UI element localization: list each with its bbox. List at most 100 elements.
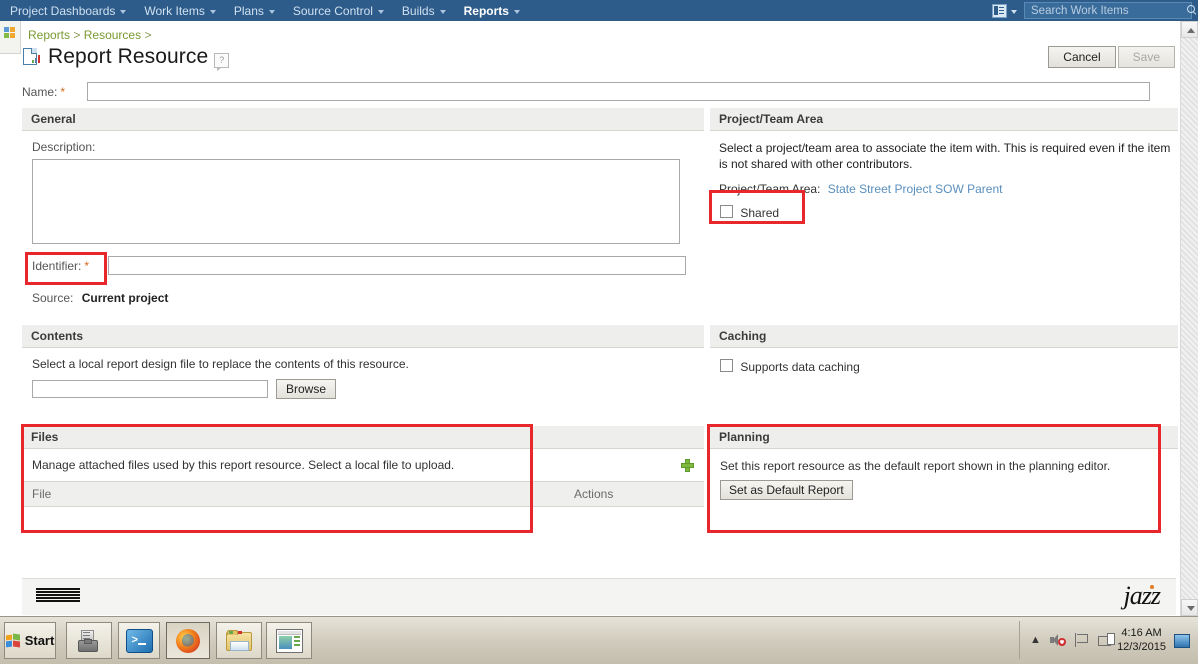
shared-checkbox[interactable] [720, 205, 733, 218]
planning-section-heading: Planning [710, 426, 1178, 449]
taskbar-app-window[interactable] [266, 622, 312, 659]
supports-data-caching-checkbox[interactable] [720, 359, 733, 372]
contents-section: Contents Select a local report design fi… [22, 325, 704, 399]
search-box[interactable] [1024, 2, 1195, 19]
description-textarea[interactable] [32, 159, 680, 244]
planning-intro: Set this report resource as the default … [720, 459, 1111, 473]
taskbar-firefox[interactable] [166, 622, 210, 659]
firefox-icon [176, 628, 200, 653]
files-section-heading: Files [22, 426, 704, 449]
chevron-down-icon [439, 9, 446, 14]
nav-item-label: Builds [401, 3, 435, 18]
general-section: General Description: Identifier: * Sourc… [22, 108, 704, 305]
nav-item-source-control[interactable]: Source Control [284, 0, 393, 21]
chevron-down-icon [209, 9, 216, 14]
planning-section: Planning Set this report resource as the… [710, 426, 1178, 500]
general-section-heading: General [22, 108, 704, 131]
nav-item-label: Reports [463, 3, 509, 18]
chevron-down-icon [120, 9, 127, 14]
caching-checkbox-row[interactable]: Supports data caching [720, 359, 860, 374]
source-label: Source: [32, 291, 74, 305]
tray-icon-group: ▲ [1030, 633, 1115, 647]
files-table-header-row: File Actions [22, 482, 704, 507]
search-scope-icon[interactable] [992, 3, 1007, 18]
nav-item-label: Source Control [292, 3, 373, 18]
start-button[interactable]: Start [4, 622, 56, 659]
chevron-down-icon [513, 9, 520, 14]
taskbar-powershell[interactable]: > [118, 622, 160, 659]
name-field-row: Name: * [22, 82, 1178, 101]
flag-icon[interactable] [1074, 633, 1089, 647]
start-label: Start [24, 633, 55, 648]
cancel-button[interactable]: Cancel [1048, 46, 1116, 68]
search-input[interactable] [1029, 3, 1187, 18]
breadcrumb-separator: > [144, 28, 152, 42]
top-navigation-bar: Project Dashboards Work Items Plans Sour… [0, 0, 1198, 21]
windows-logo-icon [5, 633, 21, 648]
network-icon[interactable] [1097, 633, 1115, 647]
jazz-logo: jazz [1123, 581, 1161, 610]
set-as-default-report-button[interactable]: Set as Default Report [720, 480, 853, 500]
breadcrumb-item-resources[interactable]: Resources [84, 28, 141, 42]
identifier-label: Identifier: [32, 258, 82, 273]
save-button[interactable]: Save [1117, 46, 1175, 68]
project-team-area-field-label: Project/Team Area: [719, 182, 821, 196]
breadcrumb-item-reports[interactable]: Reports [28, 28, 70, 42]
scroll-down-button[interactable] [1181, 599, 1198, 616]
taskbar-date: 12/3/2015 [1117, 641, 1166, 653]
contents-intro: Select a local report design file to rep… [32, 357, 409, 371]
page-title-row: Report Resource ? [22, 45, 230, 71]
project-team-area-intro: Select a project/team area to associate … [719, 141, 1171, 171]
source-value: Current project [81, 291, 169, 305]
identifier-required-marker: * [84, 258, 90, 273]
search-icon[interactable] [1187, 5, 1198, 16]
shared-label: Shared [740, 206, 780, 220]
files-table: File Actions [22, 481, 704, 507]
folder-icon [226, 630, 252, 651]
server-manager-icon [77, 629, 101, 652]
browse-button[interactable]: Browse [276, 379, 337, 399]
nav-item-project-dashboards[interactable]: Project Dashboards [0, 0, 135, 21]
page-title: Report Resource [48, 45, 209, 68]
report-resource-icon [22, 47, 42, 67]
name-input[interactable] [87, 82, 1151, 101]
chevron-up-icon[interactable]: ▲ [1030, 634, 1041, 646]
name-label: Name: [22, 84, 58, 99]
scroll-up-button[interactable] [1181, 21, 1198, 38]
chevron-down-icon [377, 9, 384, 14]
taskbar-server-manager[interactable] [66, 622, 112, 659]
chevron-down-icon[interactable] [1011, 9, 1017, 14]
supports-data-caching-label: Supports data caching [740, 360, 860, 374]
caching-section-heading: Caching [710, 325, 1178, 348]
nav-item-label: Project Dashboards [10, 3, 116, 18]
files-section: Files Manage attached files used by this… [22, 426, 704, 507]
nav-item-builds[interactable]: Builds [393, 0, 455, 21]
volume-muted-icon[interactable] [1049, 633, 1066, 647]
nav-item-plans[interactable]: Plans [225, 0, 284, 21]
dashboard-rail[interactable] [0, 21, 21, 54]
add-file-icon[interactable] [681, 458, 694, 472]
taskbar-explorer[interactable] [216, 622, 262, 659]
breadcrumb: Reports > Resources > [28, 28, 151, 42]
page-vertical-scrollbar[interactable] [1180, 21, 1198, 616]
dashboard-grid-icon [4, 27, 16, 39]
files-column-file: File [32, 487, 52, 501]
system-tray: ▲ 4:16 AM 12/3/2015 [1019, 621, 1194, 659]
project-team-area-value-link[interactable]: State Street Project SOW Parent [828, 182, 1003, 196]
shared-checkbox-row[interactable]: Shared [720, 205, 780, 220]
taskbar-clock[interactable]: 4:16 AM 12/3/2015 [1117, 626, 1166, 654]
identifier-input[interactable] [108, 256, 687, 275]
description-label: Description: [32, 140, 96, 154]
show-desktop-icon[interactable] [1174, 634, 1190, 648]
app-window-icon [275, 628, 303, 653]
nav-item-work-items[interactable]: Work Items [135, 0, 224, 21]
help-icon[interactable]: ? [214, 52, 230, 71]
caching-section: Caching Supports data caching [710, 325, 1178, 374]
page-footer: jazz [22, 578, 1176, 615]
nav-item-reports[interactable]: Reports [455, 0, 529, 21]
name-required-marker: * [60, 84, 66, 99]
nav-item-label: Work Items [144, 3, 205, 18]
breadcrumb-separator: > [73, 28, 81, 42]
files-intro: Manage attached files used by this repor… [32, 458, 455, 472]
contents-file-input[interactable] [32, 380, 268, 398]
